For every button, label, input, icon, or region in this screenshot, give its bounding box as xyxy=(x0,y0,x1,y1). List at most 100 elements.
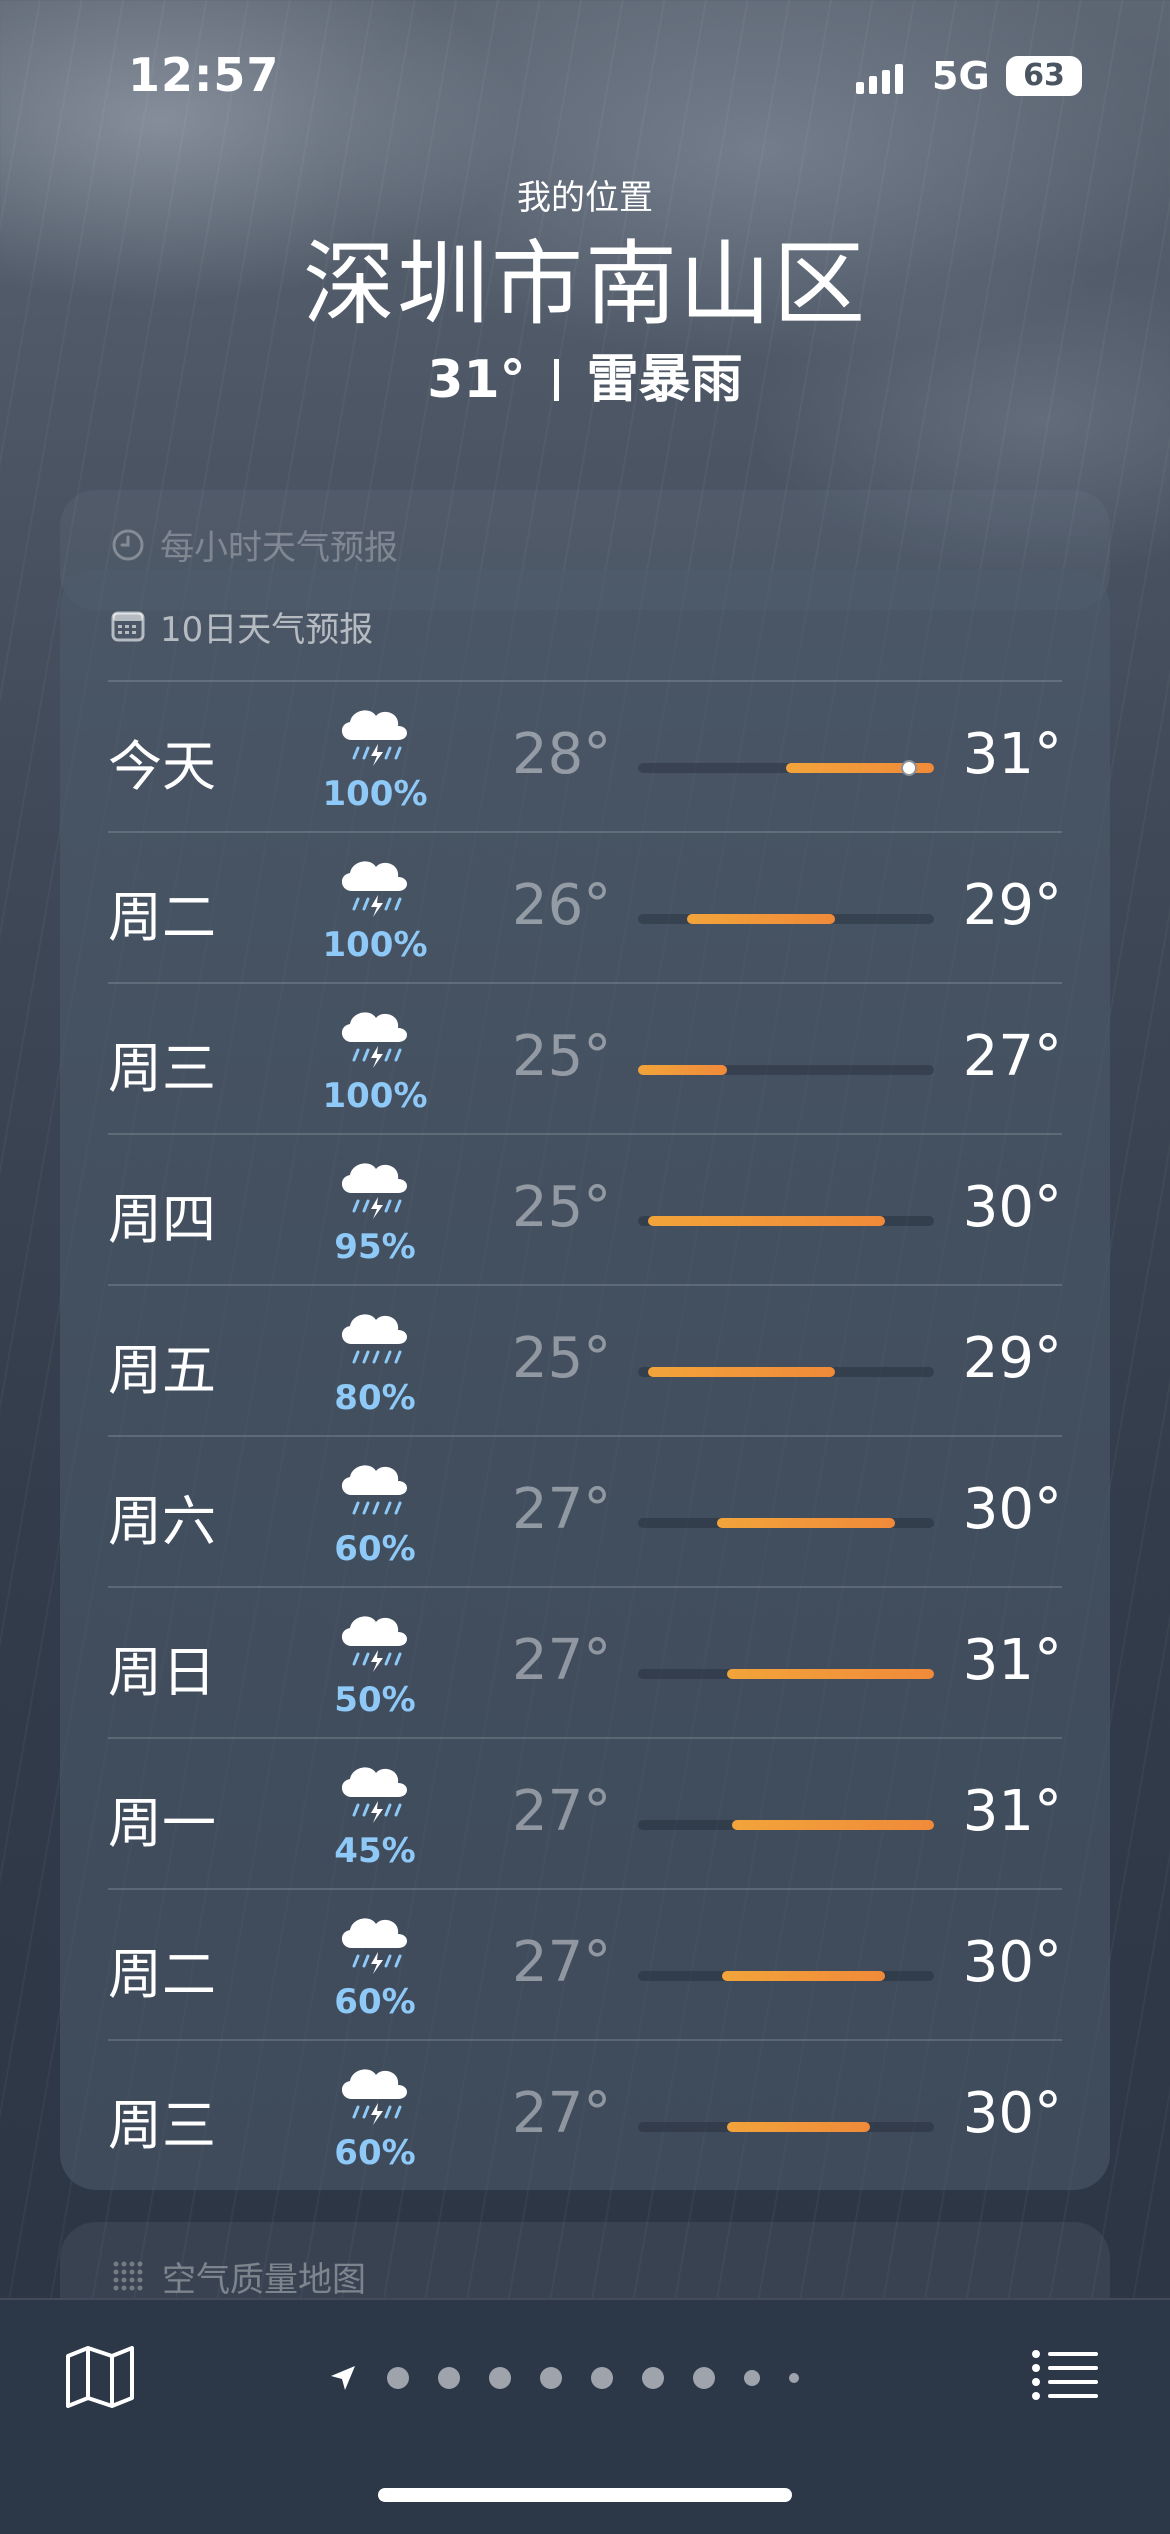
high-temperature: 31° xyxy=(962,1779,1062,1844)
low-temperature: 27° xyxy=(512,1930,612,1995)
temperature-range-bar xyxy=(721,1971,885,1981)
forecast-row[interactable]: 周三 60% 27° 30° xyxy=(60,2041,1110,2192)
air-quality-title: 空气质量地图 xyxy=(162,2260,366,2300)
forecast-row[interactable]: 周四 95% 25° 30° xyxy=(60,1135,1110,1286)
forecast-row[interactable]: 周三 100% 25° 27° xyxy=(60,984,1110,1135)
temperature-range-bar xyxy=(647,1216,885,1226)
status-bar: 12:57 5G 63 xyxy=(0,0,1170,150)
temperature-range-track xyxy=(638,914,934,924)
forecast-day-label: 周日 xyxy=(108,1641,216,1704)
page-dot[interactable] xyxy=(387,2367,409,2389)
grid-dots-icon xyxy=(113,2261,143,2290)
forecast-row[interactable]: 周二 60% 27° 30° xyxy=(60,1890,1110,2041)
current-temperature-marker xyxy=(901,760,918,776)
high-temperature: 30° xyxy=(962,1175,1062,1240)
temperature-range-track xyxy=(638,1367,934,1377)
page-dot[interactable] xyxy=(591,2367,613,2389)
hourly-forecast-title: 每小时天气预报 xyxy=(160,528,398,568)
precipitation-chance: 50% xyxy=(334,1680,416,1720)
forecast-day-label: 周四 xyxy=(108,1188,216,1251)
city-name: 深圳市南山区 xyxy=(302,231,867,338)
forecast-row[interactable]: 周二 100% 26° 29° xyxy=(60,833,1110,984)
temperature-range-track xyxy=(638,1971,934,1981)
map-icon[interactable] xyxy=(62,2342,138,2410)
temperature-range-bar xyxy=(716,1518,895,1528)
clock-icon xyxy=(112,529,144,560)
temperature-range-track xyxy=(638,1518,934,1528)
thunderstorm-icon xyxy=(330,702,420,768)
air-quality-header: 空气质量地图 xyxy=(110,2252,366,2301)
high-temperature: 30° xyxy=(962,1930,1062,1995)
page-dot[interactable] xyxy=(489,2367,511,2389)
page-dot[interactable] xyxy=(642,2367,664,2389)
temperature-range-track xyxy=(638,1669,934,1679)
thunderstorm-icon xyxy=(330,2061,420,2127)
forecast-day-label: 周五 xyxy=(108,1339,216,1402)
forecast-day-label: 周一 xyxy=(108,1792,216,1855)
high-temperature: 31° xyxy=(962,722,1062,787)
forecast-rows: 今天 100% 28° 31° 周二 100% 26° 29° 周三 100% 25° 27° 周四 95… xyxy=(60,682,1110,2192)
low-temperature: 27° xyxy=(512,2081,612,2146)
hourly-forecast-header: 每小时天气预报 xyxy=(110,520,398,569)
thunderstorm-icon xyxy=(330,1910,420,1976)
network-type: 5G xyxy=(932,54,990,98)
high-temperature: 30° xyxy=(962,2081,1062,2146)
temperature-range-track xyxy=(638,760,934,776)
temperature-range-bar xyxy=(726,1669,934,1679)
precipitation-chance: 95% xyxy=(334,1227,416,1267)
low-temperature: 25° xyxy=(512,1326,612,1391)
page-dot[interactable] xyxy=(744,2370,760,2386)
temperature-range-track xyxy=(638,2122,934,2132)
list-icon[interactable] xyxy=(1030,2344,1100,2408)
high-temperature: 27° xyxy=(962,1024,1062,1089)
thunderstorm-icon xyxy=(330,1608,420,1674)
temperature-range-bar xyxy=(638,1065,727,1075)
high-temperature: 29° xyxy=(962,1326,1062,1391)
precipitation-chance: 60% xyxy=(334,1529,416,1569)
forecast-row[interactable]: 周一 45% 27° 31° xyxy=(60,1739,1110,1890)
separator xyxy=(553,359,559,401)
low-temperature: 26° xyxy=(512,873,612,938)
thunderstorm-icon xyxy=(330,1759,420,1825)
temperature-range-bar xyxy=(687,914,836,924)
temperature-range-bar xyxy=(731,1820,934,1830)
precipitation-chance: 80% xyxy=(334,1378,416,1418)
forecast-row[interactable]: 周五 80% 25° 29° xyxy=(60,1286,1110,1437)
low-temperature: 27° xyxy=(512,1779,612,1844)
page-dot[interactable] xyxy=(540,2367,562,2389)
thunderstorm-icon xyxy=(330,1155,420,1221)
precipitation-chance: 100% xyxy=(322,774,428,814)
current-condition: 雷暴雨 xyxy=(586,350,743,410)
page-dot[interactable] xyxy=(789,2373,799,2383)
battery-level: 63 xyxy=(1023,58,1065,93)
ten-day-forecast-header: 10日天气预报 xyxy=(110,600,373,652)
page-dot[interactable] xyxy=(693,2367,715,2389)
calendar-icon xyxy=(111,611,145,642)
location-header: 我的位置 深圳市南山区 31° 雷暴雨 xyxy=(0,175,1170,415)
forecast-row[interactable]: 周日 50% 27° 31° xyxy=(60,1588,1110,1739)
temperature-range-bar xyxy=(647,1367,836,1377)
location-arrow-icon[interactable] xyxy=(328,2363,358,2393)
page-indicator[interactable] xyxy=(328,2358,799,2398)
forecast-day-label: 周三 xyxy=(108,1037,216,1100)
precipitation-chance: 60% xyxy=(334,1982,416,2022)
low-temperature: 25° xyxy=(512,1175,612,1240)
forecast-row[interactable]: 周六 60% 27° 30° xyxy=(60,1437,1110,1588)
low-temperature: 28° xyxy=(512,722,612,787)
status-time: 12:57 xyxy=(128,48,280,102)
temperature-range-track xyxy=(638,1216,934,1226)
precipitation-chance: 60% xyxy=(334,2133,416,2173)
current-conditions: 31° 雷暴雨 xyxy=(0,345,1170,415)
cellular-signal-icon xyxy=(856,58,903,94)
temperature-range-track xyxy=(638,1065,934,1075)
ten-day-forecast-card[interactable]: 10日天气预报 今天 100% 28° 31° 周二 100% 26° 29° 周三 100% 25… xyxy=(60,570,1110,2190)
temperature-range-track xyxy=(638,1820,934,1830)
forecast-row[interactable]: 今天 100% 28° 31° xyxy=(60,682,1110,833)
forecast-day-label: 今天 xyxy=(108,735,216,798)
forecast-day-label: 周二 xyxy=(108,1943,216,2006)
precipitation-chance: 100% xyxy=(322,1076,428,1116)
page-dot[interactable] xyxy=(438,2367,460,2389)
high-temperature: 29° xyxy=(962,873,1062,938)
thunderstorm-icon xyxy=(330,1004,420,1070)
home-indicator xyxy=(378,2488,792,2502)
